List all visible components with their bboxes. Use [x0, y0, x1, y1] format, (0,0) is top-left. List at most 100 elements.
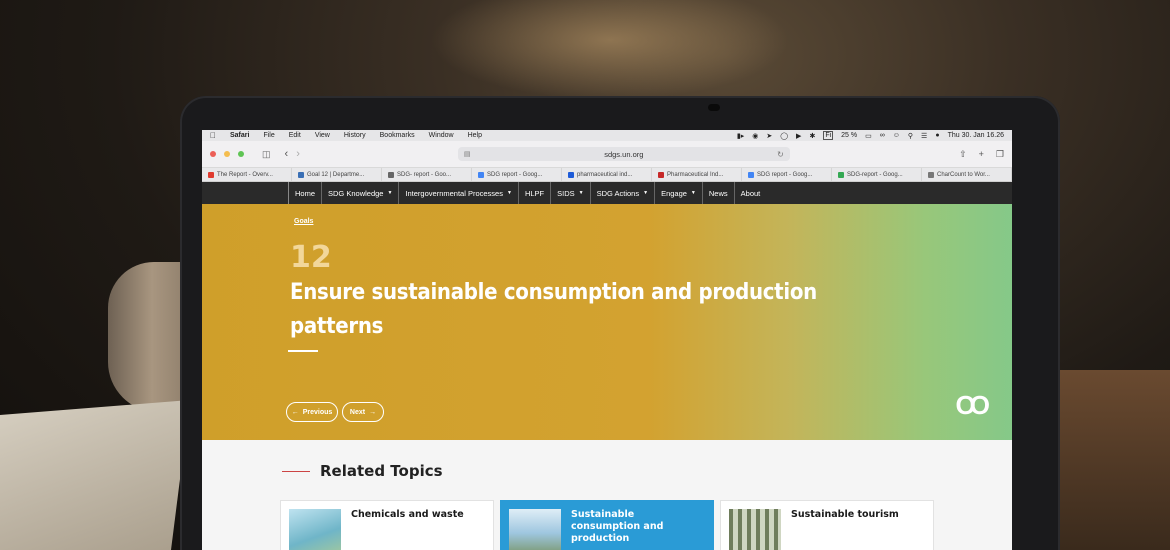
- page-settings-icon[interactable]: ▤: [464, 150, 471, 158]
- shazam-icon[interactable]: ◯: [780, 132, 788, 140]
- breadcrumb-goals[interactable]: Goals: [294, 218, 313, 225]
- nav-item-sids[interactable]: SIDS ▼: [550, 182, 589, 204]
- tab-label: SDG- report - Goo...: [397, 171, 452, 178]
- site-nav-bar: Home SDG Knowledge ▼ Intergovernmental Proc…: [202, 182, 1012, 204]
- nav-item-home[interactable]: Home: [288, 182, 321, 204]
- minimize-window-button[interactable]: [224, 151, 230, 157]
- nav-item-label: About: [740, 188, 761, 198]
- nav-item-label: SDG Actions: [596, 188, 640, 198]
- browser-tab[interactable]: SDG-report - Goog...: [832, 168, 922, 181]
- nav-item-hlpf[interactable]: HLPF: [517, 182, 550, 204]
- topic-card-label: Chemicals and waste: [351, 509, 464, 520]
- safari-toolbar: ◫ ‹ › ▤ sdgs.un.org ↻ ⇧ + ❐: [202, 141, 1012, 168]
- rocket-icon[interactable]: ➤: [766, 132, 772, 140]
- nav-item-label: Home: [295, 188, 316, 198]
- close-window-button[interactable]: [210, 151, 216, 157]
- siri-icon[interactable]: ●: [935, 132, 939, 139]
- favicon-icon: [928, 171, 934, 178]
- favicon-icon: [478, 171, 484, 178]
- arrow-right-icon: →: [369, 408, 377, 416]
- browser-tab[interactable]: Goal 12 | Departme...: [292, 168, 382, 181]
- favicon-icon: [298, 171, 304, 178]
- zoom-window-button[interactable]: [238, 151, 244, 157]
- topic-card-tourism[interactable]: Sustainable tourism: [720, 500, 934, 550]
- sidebar-toggle-icon[interactable]: ◫: [262, 149, 271, 160]
- address-bar[interactable]: ▤ sdgs.un.org ↻: [457, 147, 790, 161]
- nav-item-label: News: [708, 188, 728, 198]
- battery-percent[interactable]: 25 %: [841, 132, 857, 139]
- title-underline: [288, 350, 318, 352]
- battery-icon[interactable]: ▭: [865, 132, 872, 140]
- browser-tab[interactable]: SDG report - Goog...: [742, 168, 832, 181]
- goal-hero-banner: Goals 12 Ensure sustainable consumption …: [202, 204, 1012, 440]
- menu-file[interactable]: File: [263, 132, 274, 139]
- favicon-icon: [208, 171, 214, 178]
- play-icon[interactable]: ▶: [796, 132, 801, 140]
- infinity-loop-icon: ΟΟ: [955, 390, 991, 420]
- macos-menubar:  Safari File Edit View History Bookmark…: [202, 130, 1012, 141]
- menu-edit[interactable]: Edit: [289, 132, 301, 139]
- fn-key-badge[interactable]: Fi: [823, 131, 834, 140]
- browser-tab[interactable]: SDG report - Goog...: [472, 168, 562, 181]
- next-label: Next: [349, 408, 366, 416]
- topic-card-consumption-production[interactable]: Sustainable consumption and production: [500, 500, 714, 550]
- topic-thumbnail: [729, 509, 781, 550]
- nav-item-label: Engage: [661, 188, 687, 198]
- status-icon[interactable]: ◉: [752, 132, 758, 140]
- menu-help[interactable]: Help: [468, 132, 482, 139]
- browser-tab[interactable]: CharCount to Wor...: [922, 168, 1012, 181]
- new-tab-icon[interactable]: +: [979, 149, 984, 160]
- tab-label: SDG report - Goog...: [757, 171, 813, 178]
- tab-label: Pharmaceutical Ind...: [667, 171, 724, 178]
- bluetooth-icon[interactable]: ✱: [809, 132, 815, 140]
- forward-arrow-icon[interactable]: ›: [296, 148, 300, 160]
- section-accent-line: [282, 471, 310, 472]
- apple-menu-icon[interactable]: : [210, 131, 216, 140]
- share-icon[interactable]: ⇧: [959, 149, 967, 160]
- previous-button[interactable]: ← Previous: [286, 402, 338, 422]
- nav-item-sdg-knowledge[interactable]: SDG Knowledge ▼: [321, 182, 398, 204]
- reload-icon[interactable]: ↻: [777, 150, 784, 159]
- nav-item-sdg-actions[interactable]: SDG Actions ▼: [589, 182, 654, 204]
- lamp-glow: [430, 0, 790, 100]
- spotlight-search-icon[interactable]: ⚲: [908, 132, 913, 140]
- browser-tab[interactable]: The Report - Overv...: [202, 168, 292, 181]
- browser-tab[interactable]: SDG- report - Goo...: [382, 168, 472, 181]
- goal-title: Ensure sustainable consumption and produ…: [290, 280, 817, 339]
- topic-thumbnail: [289, 509, 341, 550]
- menu-bookmarks[interactable]: Bookmarks: [380, 132, 415, 139]
- menu-view[interactable]: View: [315, 132, 330, 139]
- favicon-icon: [658, 171, 664, 178]
- control-center-icon[interactable]: ☰: [921, 132, 927, 140]
- tab-label: SDG-report - Goog...: [847, 171, 903, 178]
- chevron-down-icon: ▼: [578, 190, 584, 196]
- app-menu[interactable]: Safari: [230, 132, 249, 139]
- topic-card-label: Sustainable tourism: [791, 509, 899, 520]
- nav-item-about[interactable]: About: [733, 182, 767, 204]
- nav-item-label: HLPF: [524, 188, 545, 198]
- nav-item-intergovernmental-processes[interactable]: Intergovernmental Processes ▼: [398, 182, 518, 204]
- tab-label: pharmaceutical ind...: [577, 171, 633, 178]
- menu-history[interactable]: History: [344, 132, 366, 139]
- tab-overview-icon[interactable]: ❐: [996, 149, 1004, 160]
- back-arrow-icon[interactable]: ‹: [285, 148, 289, 160]
- arrow-left-icon: ←: [291, 408, 299, 416]
- topic-card-chemicals[interactable]: Chemicals and waste: [280, 500, 494, 550]
- clock[interactable]: Thu 30. Jan 16.26: [948, 132, 1004, 139]
- topic-card-label: Sustainable consumption and production: [571, 509, 664, 544]
- nav-item-news[interactable]: News: [701, 182, 734, 204]
- favicon-icon: [748, 171, 754, 178]
- next-button[interactable]: Next →: [342, 402, 384, 422]
- user-icon[interactable]: ☺: [893, 132, 900, 139]
- favicon-icon: [838, 171, 844, 178]
- tab-label: SDG report - Goog...: [487, 171, 543, 178]
- browser-tab[interactable]: pharmaceutical ind...: [562, 168, 652, 181]
- menu-window[interactable]: Window: [429, 132, 454, 139]
- nav-item-engage[interactable]: Engage ▼: [654, 182, 702, 204]
- video-icon[interactable]: ▮▸: [737, 132, 744, 140]
- link-icon[interactable]: ∞: [880, 132, 885, 139]
- previous-label: Previous: [302, 408, 333, 416]
- browser-tab[interactable]: Pharmaceutical Ind...: [652, 168, 742, 181]
- camera-notch: [708, 104, 720, 111]
- url-text[interactable]: sdgs.un.org: [475, 150, 772, 159]
